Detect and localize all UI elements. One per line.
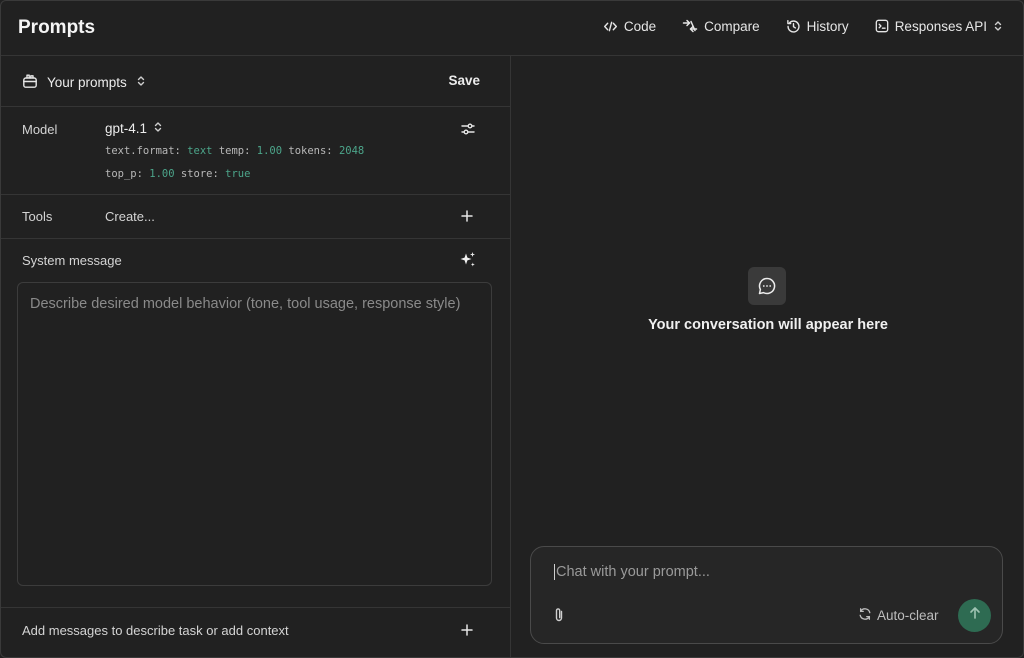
- param-value: text: [187, 145, 213, 157]
- code-label: Code: [623, 18, 657, 34]
- send-button[interactable]: [958, 599, 991, 632]
- model-label: Model: [22, 122, 58, 137]
- compare-label: Compare: [704, 18, 760, 34]
- param-key: temp:: [218, 145, 251, 157]
- responses-api-select[interactable]: Responses API: [875, 19, 1003, 34]
- param-value: 1.00: [149, 168, 175, 180]
- model-params-line-1: text.format: text temp: 1.00 tokens: 204…: [105, 145, 364, 157]
- compare-icon: [682, 18, 698, 34]
- chevron-updown-icon: [136, 75, 146, 90]
- create-tool-button[interactable]: Create...: [105, 209, 155, 224]
- param-value: 1.00: [256, 145, 283, 157]
- history-icon: [786, 19, 801, 34]
- sliders-icon: [460, 123, 476, 141]
- plus-icon: [460, 210, 474, 227]
- chevron-updown-icon: [153, 121, 163, 136]
- prompt-library-icon: [22, 73, 38, 92]
- terminal-icon: [875, 19, 889, 33]
- system-message-box: [17, 282, 492, 586]
- arrow-up-icon: [968, 606, 982, 625]
- history-button[interactable]: History: [786, 19, 849, 34]
- param-value: true: [225, 168, 251, 180]
- param-key: store:: [180, 168, 219, 180]
- system-message-label: System message: [22, 253, 122, 268]
- sparkle-icon: [459, 252, 477, 273]
- param-key: top_p:: [105, 168, 143, 180]
- add-message-button[interactable]: [460, 623, 474, 642]
- model-params-line-2: top_p: 1.00 store: true: [105, 168, 250, 180]
- your-prompts-select[interactable]: Your prompts: [22, 73, 146, 92]
- prompt-editor-panel: Your prompts Save Model gpt-4.1 text.for…: [1, 56, 511, 657]
- add-messages-row[interactable]: Add messages to describe task or add con…: [1, 607, 511, 657]
- add-messages-label: Add messages to describe task or add con…: [22, 623, 289, 638]
- system-message-input[interactable]: [30, 296, 479, 572]
- code-icon: [603, 19, 618, 34]
- responses-api-label: Responses API: [894, 18, 987, 34]
- param-key: text.format:: [105, 145, 181, 157]
- auto-clear-toggle[interactable]: Auto-clear: [858, 607, 939, 624]
- save-button[interactable]: Save: [448, 73, 480, 88]
- chat-composer: Auto-clear: [530, 546, 1003, 644]
- plus-icon: [460, 624, 474, 641]
- prompts-row: Your prompts Save: [1, 56, 511, 107]
- page-title: Prompts: [18, 17, 96, 38]
- auto-clear-label: Auto-clear: [877, 608, 939, 623]
- chevron-updown-icon: [993, 20, 1003, 32]
- model-name: gpt-4.1: [105, 121, 148, 136]
- tools-row: Tools Create...: [1, 195, 511, 239]
- attach-button[interactable]: [551, 606, 567, 629]
- app-window: Prompts Code Compare History Responses A…: [0, 0, 1024, 658]
- paperclip-icon: [551, 608, 567, 628]
- compare-button[interactable]: Compare: [682, 18, 760, 34]
- generate-system-message-button[interactable]: [459, 251, 477, 274]
- your-prompts-label: Your prompts: [47, 75, 127, 90]
- header: Prompts Code Compare History Responses A…: [1, 1, 1023, 56]
- chat-bubble-icon: [748, 267, 786, 305]
- chat-input[interactable]: [554, 564, 974, 580]
- history-label: History: [806, 18, 849, 34]
- model-select[interactable]: gpt-4.1: [105, 121, 163, 136]
- header-actions: Code Compare History Responses API: [603, 18, 1003, 34]
- empty-conversation-text: Your conversation will appear here: [648, 317, 888, 333]
- model-row: Model gpt-4.1 text.format: text temp: 1.…: [1, 107, 511, 195]
- refresh-icon: [858, 607, 872, 624]
- add-tool-button[interactable]: [460, 209, 474, 228]
- model-settings-button[interactable]: [460, 121, 476, 142]
- code-button[interactable]: Code: [603, 19, 656, 34]
- conversation-panel: Your conversation will appear here Auto-…: [511, 56, 1023, 657]
- tools-label: Tools: [22, 209, 53, 224]
- param-value: 2048: [338, 145, 365, 157]
- param-key: tokens:: [288, 145, 333, 157]
